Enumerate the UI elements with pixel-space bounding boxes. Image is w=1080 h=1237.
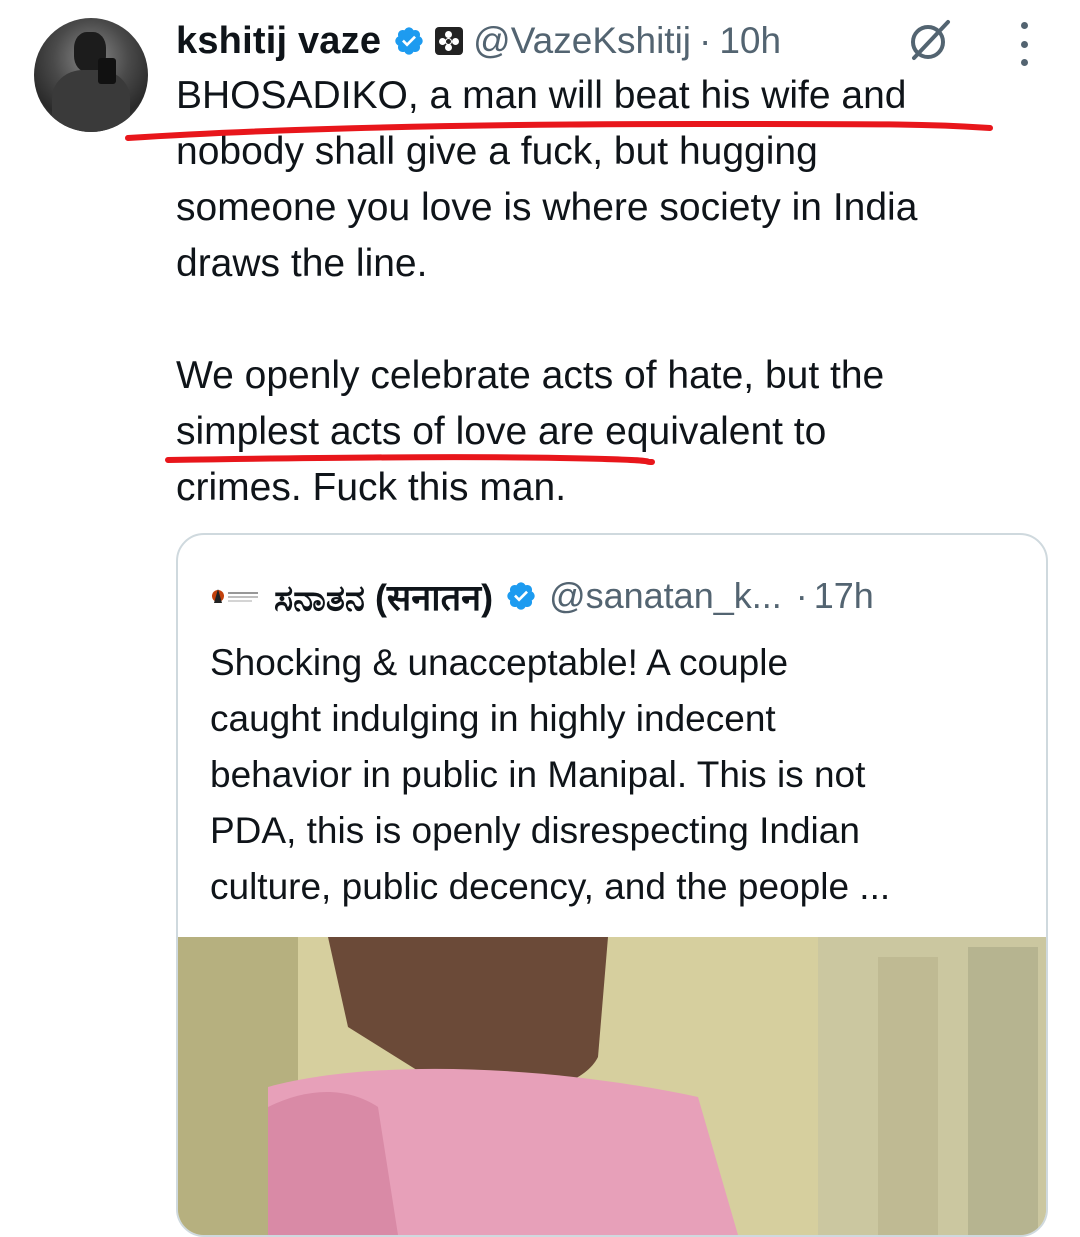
more-options-icon[interactable] (1012, 22, 1036, 66)
tweet-line: crimes. Fuck this man. (176, 466, 567, 509)
tweet-line: nobody shall give a fuck, but hugging (176, 130, 818, 173)
verified-badge-icon (395, 27, 423, 55)
quoted-line: caught indulging in highly indecent (210, 698, 776, 739)
quoted-avatar[interactable] (208, 581, 260, 611)
tweet-line: simplest acts of love are equivalent to (176, 410, 827, 453)
affiliate-badge-icon[interactable] (435, 27, 464, 55)
tweet-line: someone you love is where society in Ind… (176, 186, 918, 229)
quoted-line: PDA, this is openly disrespecting Indian (210, 810, 860, 851)
quoted-line: culture, public decency, and the people … (210, 866, 891, 907)
separator: · (795, 575, 808, 616)
tweet-text: BHOSADIKO, a man will beat his wife and … (176, 68, 1056, 516)
quoted-line: behavior in public in Manipal. This is n… (210, 754, 866, 795)
quoted-tweet-card[interactable]: ಸನಾತನ (सनातन) @sanatan_k... · 17h Shocki… (176, 533, 1048, 1237)
separator: · (699, 20, 712, 61)
verified-badge-icon (507, 582, 535, 610)
quoted-header: ಸನಾತನ (सनातन) @sanatan_k... · 17h (208, 571, 874, 621)
tweet-time[interactable]: 10h (719, 20, 781, 62)
quoted-text: Shocking & unacceptable! A couple caught… (210, 635, 1030, 915)
quoted-media-thumbnail[interactable] (178, 937, 1046, 1235)
author-name[interactable]: kshitij vaze (176, 20, 381, 63)
author-avatar[interactable] (34, 18, 148, 132)
author-handle[interactable]: @VazeKshitij (473, 20, 691, 62)
tweet-line: We openly celebrate acts of hate, but th… (176, 354, 885, 397)
grok-icon[interactable] (906, 16, 954, 64)
quoted-author-name[interactable]: ಸನಾತನ (सनातन) (274, 572, 493, 621)
quoted-line: Shocking & unacceptable! A couple (210, 642, 789, 683)
quoted-time[interactable]: 17h (814, 575, 874, 617)
tweet-line: BHOSADIKO, a man will beat his wife and (176, 74, 907, 117)
tweet-line: draws the line. (176, 242, 428, 285)
tweet-header: kshitij vaze @VazeKshitij · 10h (176, 12, 781, 70)
quoted-author-handle[interactable]: @sanatan_k... (549, 575, 782, 617)
